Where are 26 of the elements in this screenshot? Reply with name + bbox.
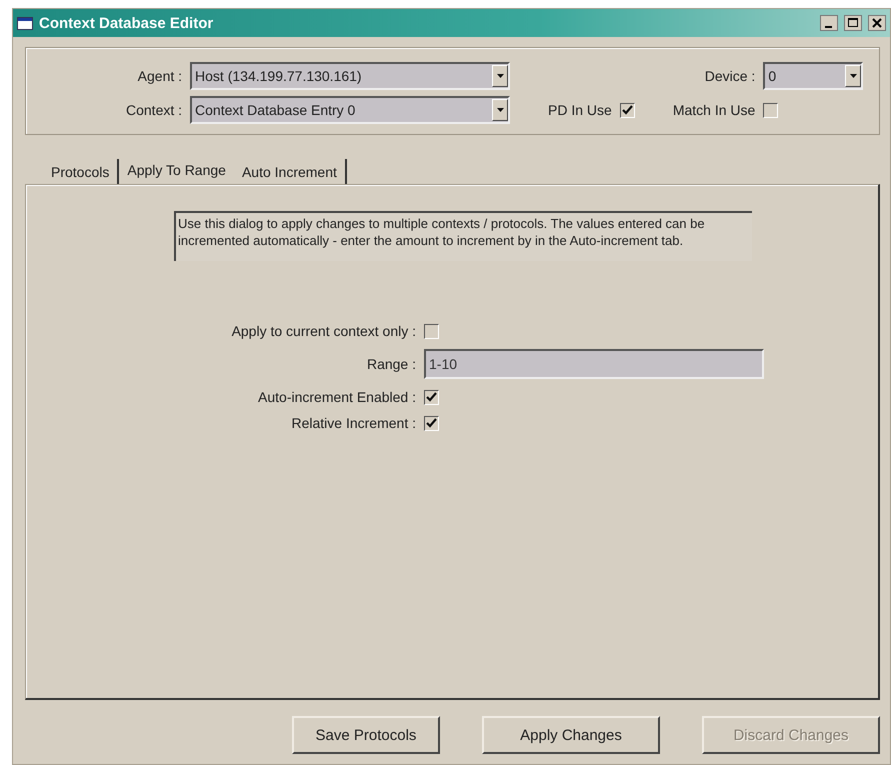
- agent-label: Agent :: [136, 68, 182, 84]
- context-label: Context :: [126, 102, 182, 118]
- minimize-icon[interactable]: [820, 15, 838, 31]
- checkbox[interactable]: [620, 102, 635, 118]
- description-text: Use this dialog to apply changes to multiple contexts / protocols. The values entered can be incremented automatically - enter the amount to increment by in the Auto-increment tab.: [174, 211, 752, 261]
- checkbox[interactable]: [424, 390, 439, 404]
- pd-in-use-label: PD In Use: [547, 102, 612, 118]
- window-icon: [17, 16, 33, 30]
- maximize-icon[interactable]: [844, 15, 862, 31]
- field-label: Range :: [366, 356, 416, 372]
- match-in-use-label: Match In Use: [672, 102, 756, 118]
- action-button[interactable]: Save Protocols: [292, 716, 440, 754]
- device-dropdown[interactable]: 0: [763, 62, 864, 90]
- field-label: Apply to current context only :: [230, 323, 416, 339]
- field-label: Auto-increment Enabled :: [257, 389, 416, 405]
- close-icon[interactable]: [868, 15, 886, 31]
- action-button[interactable]: Apply Changes: [482, 716, 660, 754]
- checkbox[interactable]: [424, 324, 439, 338]
- checkbox[interactable]: [763, 102, 778, 118]
- context-dropdown[interactable]: Context Database Entry 0: [190, 96, 510, 124]
- range-field[interactable]: 1-10: [424, 349, 764, 379]
- checkbox[interactable]: [424, 416, 439, 430]
- window-title: Context Database Editor: [39, 14, 214, 32]
- device-label: Device :: [704, 68, 756, 84]
- field-label: Relative Increment :: [290, 415, 416, 431]
- agent-dropdown[interactable]: Host (134.199.77.130.161): [190, 62, 510, 90]
